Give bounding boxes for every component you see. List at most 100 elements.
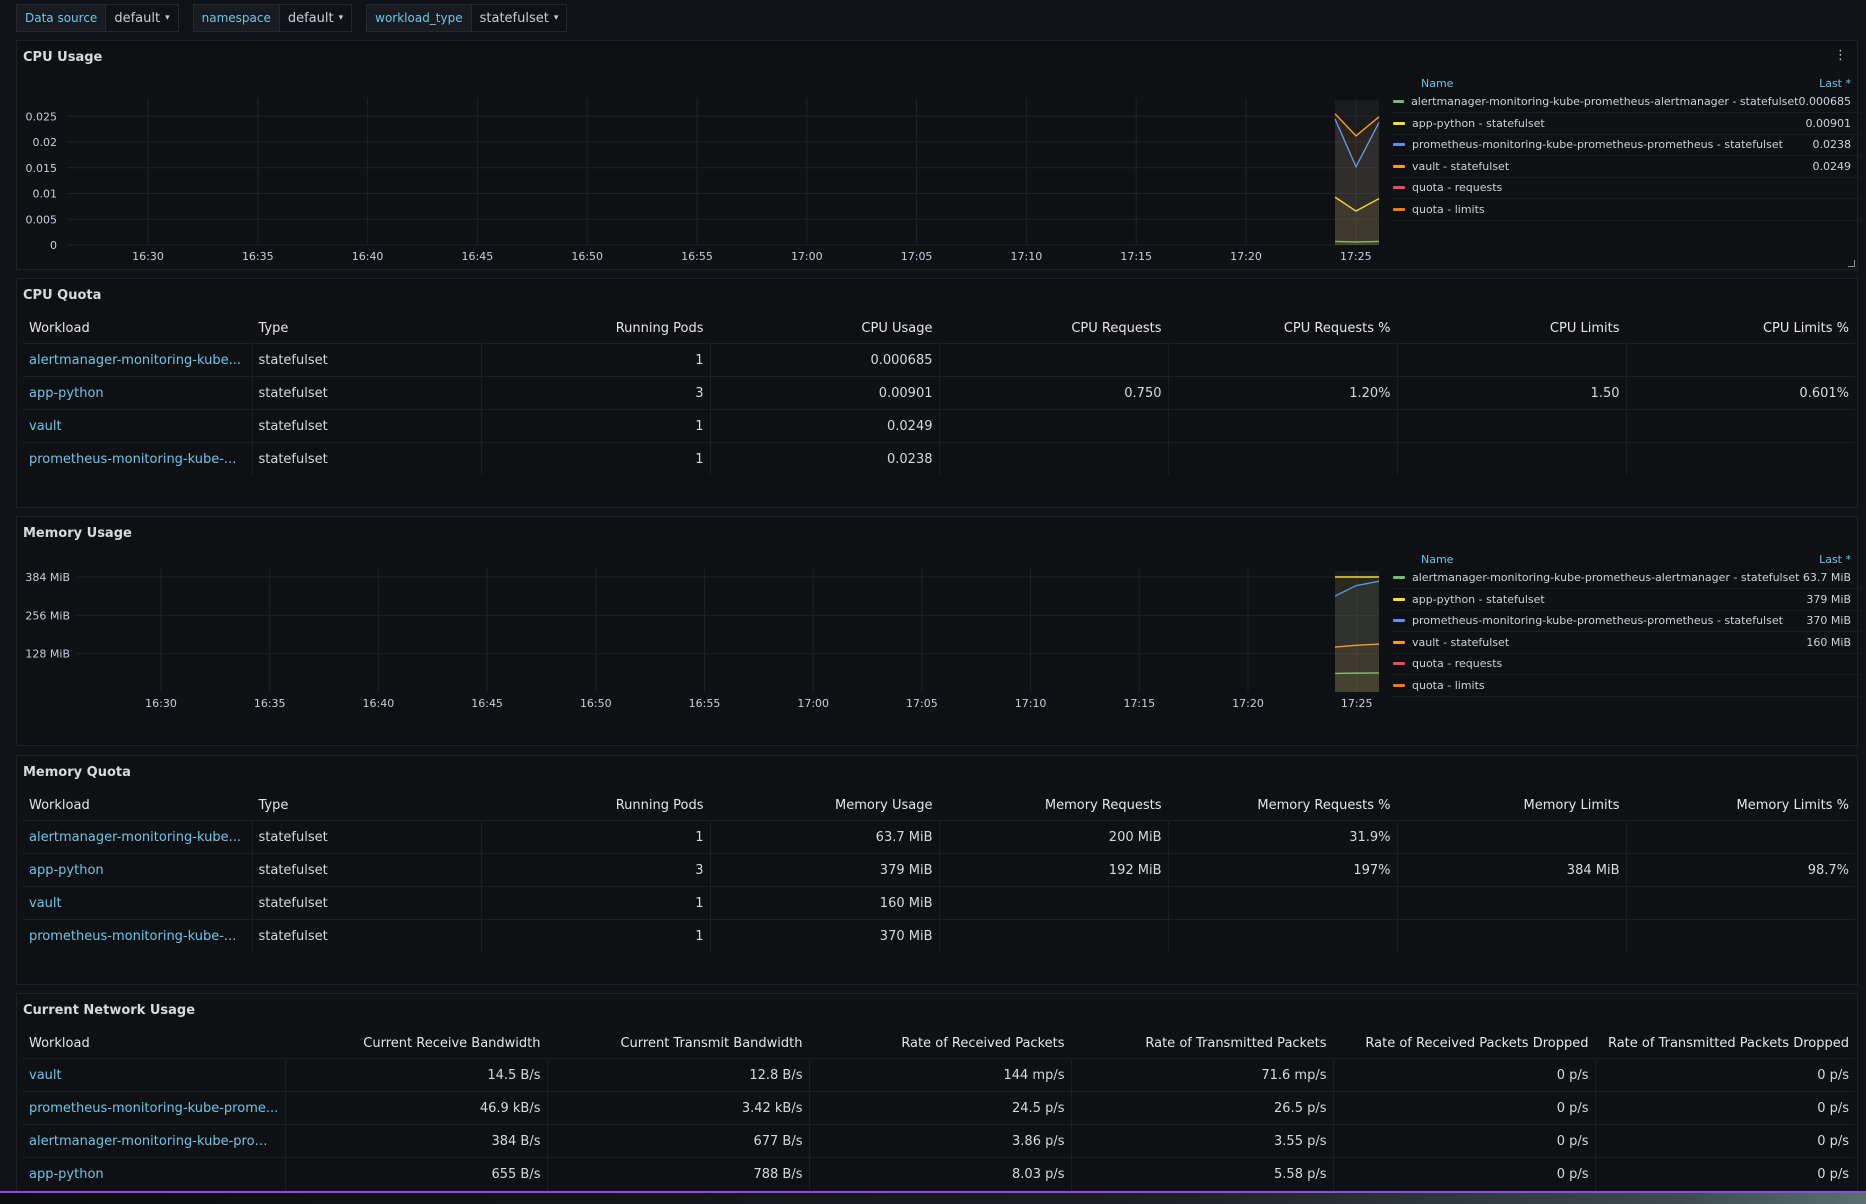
workload-link[interactable]: app-python [23, 376, 252, 410]
legend-item[interactable]: alertmanager-monitoring-kube-prometheus-… [1391, 91, 1861, 113]
column-header[interactable]: Memory Requests [939, 790, 1168, 821]
column-header[interactable]: Rate of Transmitted Packets Dropped [1595, 1028, 1855, 1059]
workload-link[interactable]: alertmanager-monitoring-kube-prom... [23, 1124, 285, 1158]
table-row: prometheus-monitoring-kube-prome... 46.9 … [23, 1091, 1855, 1125]
table-cell: 3.86 p/s [808, 1124, 1071, 1158]
table-cell: 8.03 p/s [808, 1157, 1071, 1190]
legend-swatch [1393, 164, 1405, 168]
legend-value: 0.0249 [1812, 159, 1852, 173]
table-cell: 384 MiB [1396, 853, 1626, 887]
legend-header-name[interactable]: Name [1421, 553, 1453, 566]
column-header[interactable]: Memory Usage [710, 790, 939, 821]
column-header[interactable]: Current Transmit Bandwidth [547, 1028, 809, 1059]
column-header[interactable]: Workload [23, 313, 252, 344]
legend-swatch [1393, 597, 1405, 601]
column-header[interactable]: Type [252, 313, 481, 344]
column-header[interactable]: CPU Usage [710, 313, 939, 344]
table-row: alertmanager-monitoring-kube... statefuls… [23, 343, 1855, 377]
workload-link[interactable]: vault [23, 886, 252, 920]
variable-namespace[interactable]: namespace default ▾ [192, 4, 353, 32]
column-header[interactable]: Workload [23, 790, 252, 821]
workload-link[interactable]: prometheus-monitoring-kube-prome... [23, 1091, 285, 1125]
legend-header-last[interactable]: Last * [1819, 553, 1851, 566]
variable-datasource[interactable]: Data source default ▾ [16, 4, 179, 32]
column-header[interactable]: CPU Limits [1397, 313, 1626, 344]
workload-link[interactable]: vault [23, 1058, 285, 1092]
table-cell: statefulset [251, 442, 481, 475]
legend-item[interactable]: quota - requests [1391, 653, 1861, 675]
variable-workload-type[interactable]: workload_type statefulset ▾ [366, 4, 568, 32]
column-header[interactable]: Rate of Transmitted Packets [1071, 1028, 1333, 1059]
column-header[interactable]: CPU Requests % [1168, 313, 1397, 344]
table-cell [1396, 343, 1626, 377]
workload-link[interactable]: alertmanager-monitoring-kube... [23, 820, 252, 854]
variable-label: Data source [16, 4, 107, 32]
column-header[interactable]: Running Pods [481, 313, 710, 344]
table-cell: 0 p/s [1594, 1058, 1855, 1092]
legend-item[interactable]: app-python - statefulset 0.00901 [1391, 113, 1861, 135]
column-header[interactable]: Running Pods [481, 790, 710, 821]
table-cell: statefulset [251, 820, 481, 854]
table-cell [1396, 886, 1626, 920]
workload-link[interactable]: app-python [23, 1157, 285, 1190]
x-tick-label: 17:20 [1232, 697, 1264, 710]
table-cell: 384 B/s [284, 1124, 547, 1158]
column-header[interactable]: Rate of Received Packets [809, 1028, 1071, 1059]
table-cell: 3 [480, 853, 710, 887]
legend-header-name[interactable]: Name [1421, 77, 1453, 90]
variable-label: namespace [192, 4, 280, 32]
workload-link[interactable]: alertmanager-monitoring-kube... [23, 343, 252, 377]
legend-item[interactable]: vault - statefulset 0.0249 [1391, 156, 1861, 178]
workload-link[interactable]: app-python [23, 853, 252, 887]
legend-item[interactable]: prometheus-monitoring-kube-prometheus-pr… [1391, 134, 1861, 156]
table-cell: 160 MiB [709, 886, 939, 920]
legend-name: app-python - statefulset [1412, 592, 1545, 606]
legend-name: app-python - statefulset [1412, 116, 1545, 130]
table-cell: 1.50 [1396, 376, 1626, 410]
network-usage-panel: Current Network Usage Workload Current Re… [16, 993, 1858, 1193]
cpu-usage-chart[interactable]: 16:30 16:35 16:40 16:45 16:50 16:55 17:00 17:05… [17, 41, 1397, 271]
column-header[interactable]: CPU Limits % [1626, 313, 1855, 344]
column-header[interactable]: Current Receive Bandwidth [285, 1028, 547, 1059]
legend-item[interactable]: vault - statefulset 160 MiB [1391, 632, 1861, 654]
table-cell: 3.42 kB/s [546, 1091, 809, 1125]
legend-swatch [1393, 186, 1405, 189]
legend-item[interactable]: prometheus-monitoring-kube-prometheus-pr… [1391, 610, 1861, 632]
table-cell [1167, 886, 1397, 920]
legend-item[interactable]: app-python - statefulset 379 MiB [1391, 589, 1861, 611]
namespace-select[interactable]: default ▾ [279, 4, 353, 32]
legend-item[interactable]: quota - limits [1391, 199, 1861, 221]
column-header[interactable]: Type [252, 790, 481, 821]
workload-link[interactable]: prometheus-monitoring-kube-... [23, 919, 252, 952]
resize-handle-icon[interactable] [1848, 260, 1855, 267]
legend-value: 160 MiB [1806, 635, 1851, 649]
memory-quota-table: Workload Type Running Pods Memory Usage Memo… [23, 790, 1855, 952]
x-tick-label: 17:15 [1123, 697, 1155, 710]
legend-item[interactable]: quota - requests [1391, 177, 1861, 199]
column-header[interactable]: Rate of Received Packets Dropped [1333, 1028, 1595, 1059]
x-tick-label: 16:40 [352, 250, 384, 263]
table-cell: 98.7% [1625, 853, 1855, 887]
table-cell [1396, 919, 1626, 952]
column-header[interactable]: Workload [23, 1028, 285, 1059]
column-header[interactable]: CPU Requests [939, 313, 1168, 344]
datasource-select[interactable]: default ▾ [106, 4, 179, 32]
table-cell [938, 343, 1168, 377]
memory-usage-chart[interactable]: 16:30 16:35 16:40 16:45 16:50 16:55 17:00 17:05… [17, 517, 1397, 747]
column-header[interactable]: Memory Limits [1397, 790, 1626, 821]
workload-link[interactable]: vault [23, 409, 252, 443]
table-cell: 12.8 B/s [546, 1058, 809, 1092]
workload-link[interactable]: prometheus-monitoring-kube-... [23, 442, 252, 475]
column-header[interactable]: Memory Requests % [1168, 790, 1397, 821]
legend-item[interactable]: alertmanager-monitoring-kube-prometheus-… [1391, 567, 1861, 589]
y-tick-label: 128 MiB [25, 648, 70, 661]
legend-swatch [1393, 683, 1405, 687]
column-header[interactable]: Memory Limits % [1626, 790, 1855, 821]
panel-menu-icon[interactable]: ⋮ [1834, 49, 1847, 62]
legend-header-last[interactable]: Last * [1819, 77, 1851, 90]
legend-item[interactable]: quota - limits [1391, 675, 1861, 697]
table-cell: 677 B/s [546, 1124, 809, 1158]
table-cell: 1 [480, 820, 710, 854]
workload-type-select[interactable]: statefulset ▾ [471, 4, 568, 32]
x-tick-label: 16:55 [689, 697, 721, 710]
